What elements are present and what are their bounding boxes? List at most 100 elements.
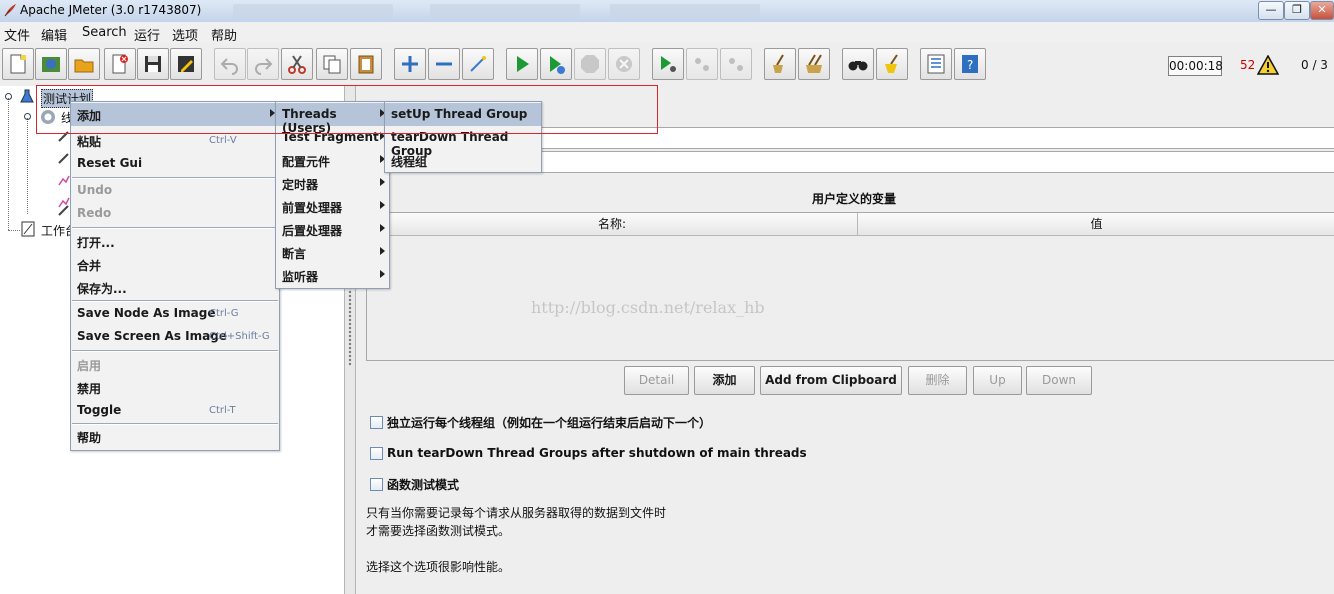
user-defined-variables-table[interactable]: 名称: 值	[366, 212, 1334, 361]
add-from-clipboard-button[interactable]: Add from Clipboard	[760, 366, 902, 395]
context-menu-undo[interactable]: Undo	[71, 179, 279, 202]
context-menu-enable[interactable]: 启用	[71, 353, 279, 376]
context-menu-help[interactable]: 帮助	[71, 425, 279, 448]
submenu-pre-processor[interactable]: 前置处理器	[276, 195, 389, 218]
warning-icon[interactable]	[1257, 55, 1279, 75]
functional-mode-note-1: 只有当你需要记录每个请求从服务器取得的数据到文件时	[366, 506, 667, 520]
test-plan-flask-icon	[20, 89, 34, 103]
submenu-thread-group[interactable]: 线程组	[385, 149, 541, 172]
toolbar: ?	[0, 44, 1334, 87]
broom-clear-all-icon	[806, 54, 822, 73]
serialize-threadgroups-checkbox[interactable]	[370, 416, 383, 429]
clear-all-button[interactable]	[798, 48, 830, 80]
comments-field[interactable]	[540, 127, 1334, 149]
tree-line	[8, 230, 20, 231]
context-menu-open[interactable]: 打开...	[71, 230, 279, 253]
remote-shutdown-button[interactable]	[720, 48, 752, 80]
context-menu-save-screen-image[interactable]: Save Screen As Image Ctrl+Shift-G	[71, 325, 279, 348]
context-menu-save-as[interactable]: 保存为...	[71, 276, 279, 299]
delete-variable-button[interactable]: 删除	[908, 366, 967, 395]
start-button[interactable]	[506, 48, 538, 80]
submenu-timer[interactable]: 定时器	[276, 172, 389, 195]
reset-search-button[interactable]	[876, 48, 908, 80]
save-edit-icon	[178, 56, 194, 72]
new-button[interactable]	[2, 48, 34, 80]
save-as-button[interactable]	[170, 48, 202, 80]
play-no-timer-icon	[550, 56, 565, 74]
menu-options[interactable]: 选项	[172, 25, 198, 44]
submenu-post-processor[interactable]: 后置处理器	[276, 218, 389, 241]
context-menu-merge[interactable]: 合并	[71, 253, 279, 276]
move-down-button[interactable]: Down	[1026, 366, 1092, 395]
context-menu-disable[interactable]: 禁用	[71, 376, 279, 399]
menu-help[interactable]: 帮助	[211, 25, 237, 44]
tree-line	[8, 98, 9, 230]
cut-button[interactable]	[281, 48, 313, 80]
close-button[interactable]: ✕	[1310, 1, 1334, 20]
submenu-assertion[interactable]: 断言	[276, 241, 389, 264]
start-no-pause-button[interactable]	[540, 48, 572, 80]
submenu-arrow-icon	[380, 201, 385, 209]
save-button[interactable]	[137, 48, 169, 80]
comments-field-2[interactable]	[540, 151, 1334, 173]
move-up-button[interactable]: Up	[973, 366, 1022, 395]
collapse-all-button[interactable]	[428, 48, 460, 80]
menu-separator	[72, 350, 278, 352]
teardown-on-shutdown-label: Run tearDown Thread Groups after shutdow…	[387, 446, 807, 460]
stop-button[interactable]	[574, 48, 606, 80]
open-button[interactable]	[68, 48, 100, 80]
tree-expand-toggle-icon[interactable]	[4, 92, 13, 101]
menu-file[interactable]: 文件	[4, 25, 30, 44]
close-plan-button[interactable]	[104, 48, 136, 80]
menu-edit[interactable]: 编辑	[41, 25, 67, 44]
title-bar: Apache JMeter (3.0 r1743807) — ❐ ✕	[0, 0, 1334, 23]
user-defined-variables-title: 用户定义的变量	[812, 192, 897, 206]
workbench-icon	[21, 221, 35, 237]
sampler-pencil-icon	[58, 205, 69, 216]
remote-start-button[interactable]	[652, 48, 684, 80]
restore-button[interactable]: ❐	[1284, 1, 1310, 20]
menu-search[interactable]: Search	[82, 25, 127, 40]
detail-button[interactable]: Detail	[624, 366, 689, 395]
clear-button[interactable]	[764, 48, 796, 80]
teardown-on-shutdown-checkbox[interactable]	[370, 447, 383, 460]
menu-bar: 文件 编辑 Search 运行 选项 帮助	[0, 22, 1334, 44]
minimize-button[interactable]: —	[1258, 1, 1284, 20]
copy-button[interactable]	[316, 48, 348, 80]
close-icon: ✕	[1317, 3, 1327, 16]
background-window-tab[interactable]	[233, 4, 393, 18]
context-menu-save-node-image[interactable]: Save Node As Image Ctrl-G	[71, 302, 279, 325]
serialize-threadgroups-label: 独立运行每个线程组（例如在一个组运行结束后启动下一个）	[387, 416, 712, 430]
functional-mode-checkbox[interactable]	[370, 478, 383, 491]
tree-expand-toggle-icon[interactable]	[23, 112, 32, 121]
undo-button[interactable]	[214, 48, 246, 80]
background-window-tab[interactable]	[610, 4, 760, 18]
context-menu-reset-gui[interactable]: Reset Gui	[71, 152, 279, 175]
broom-clear-icon	[773, 54, 784, 73]
column-header-name[interactable]: 名称:	[367, 213, 858, 236]
submenu-listener[interactable]: 监听器	[276, 264, 389, 287]
remote-stop-button[interactable]	[686, 48, 718, 80]
search-button[interactable]	[842, 48, 874, 80]
shutdown-icon	[616, 56, 632, 72]
redo-button[interactable]	[247, 48, 279, 80]
context-menu-redo[interactable]: Redo	[71, 202, 279, 225]
toggle-wand-icon	[470, 56, 486, 72]
shutdown-button[interactable]	[608, 48, 640, 80]
background-window-tab[interactable]	[430, 4, 580, 18]
context-menu-toggle[interactable]: Toggle Ctrl-T	[71, 399, 279, 422]
expand-all-button[interactable]	[394, 48, 426, 80]
reset-search-broom-icon	[885, 54, 898, 73]
watermark-text: http://blog.csdn.net/relax_hb	[531, 298, 765, 317]
menu-run[interactable]: 运行	[134, 25, 160, 44]
column-header-value[interactable]: 值	[858, 213, 1334, 236]
help-button[interactable]: ?	[954, 48, 986, 80]
add-variable-button[interactable]: 添加	[694, 366, 755, 395]
toggle-button[interactable]	[462, 48, 494, 80]
submenu-config-element[interactable]: 配置元件	[276, 149, 389, 172]
function-helper-button[interactable]	[920, 48, 952, 80]
templates-button[interactable]	[35, 48, 67, 80]
jmeter-feather-icon	[4, 4, 16, 17]
paste-button[interactable]	[350, 48, 382, 80]
restore-icon: ❐	[1292, 3, 1302, 16]
